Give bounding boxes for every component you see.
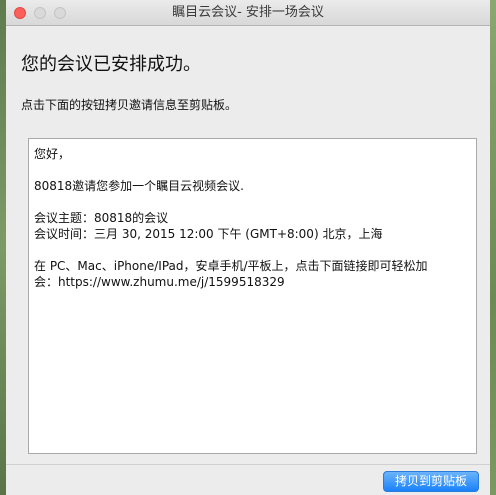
copy-to-clipboard-button[interactable]: 拷贝到剪贴板	[383, 471, 479, 492]
window-title: 瞩目云会议- 安排一场会议	[172, 5, 324, 20]
instruction-text: 点击下面的按钮拷贝邀请信息至剪贴板。	[21, 98, 238, 112]
invite-invitation: 80818邀请您参加一个瞩目云视频会议.	[34, 179, 244, 193]
invite-join-line-2: 会：https://www.zhumu.me/j/1599518329	[34, 275, 285, 289]
invite-join-line-1: 在 PC、Mac、iPhone/IPad，安卓手机/平板上，点击下面链接即可轻松…	[34, 259, 428, 273]
invite-greeting: 您好，	[34, 147, 71, 161]
meeting-scheduled-window: 瞩目云会议- 安排一场会议 您的会议已安排成功。 点击下面的按钮拷贝邀请信息至剪…	[6, 0, 490, 495]
invitation-text-area[interactable]: 您好， 80818邀请您参加一个瞩目云视频会议. 会议主题：80818的会议 会…	[28, 138, 477, 454]
desktop-background-right	[490, 0, 496, 495]
footer-divider	[6, 464, 490, 465]
titlebar: 瞩目云会议- 安排一场会议	[6, 0, 490, 26]
invite-topic: 会议主题：80818的会议	[34, 211, 169, 225]
page-title: 您的会议已安排成功。	[21, 54, 201, 75]
invite-time: 会议时间：三月 30, 2015 12:00 下午 (GMT+8:00) 北京，…	[34, 227, 383, 241]
